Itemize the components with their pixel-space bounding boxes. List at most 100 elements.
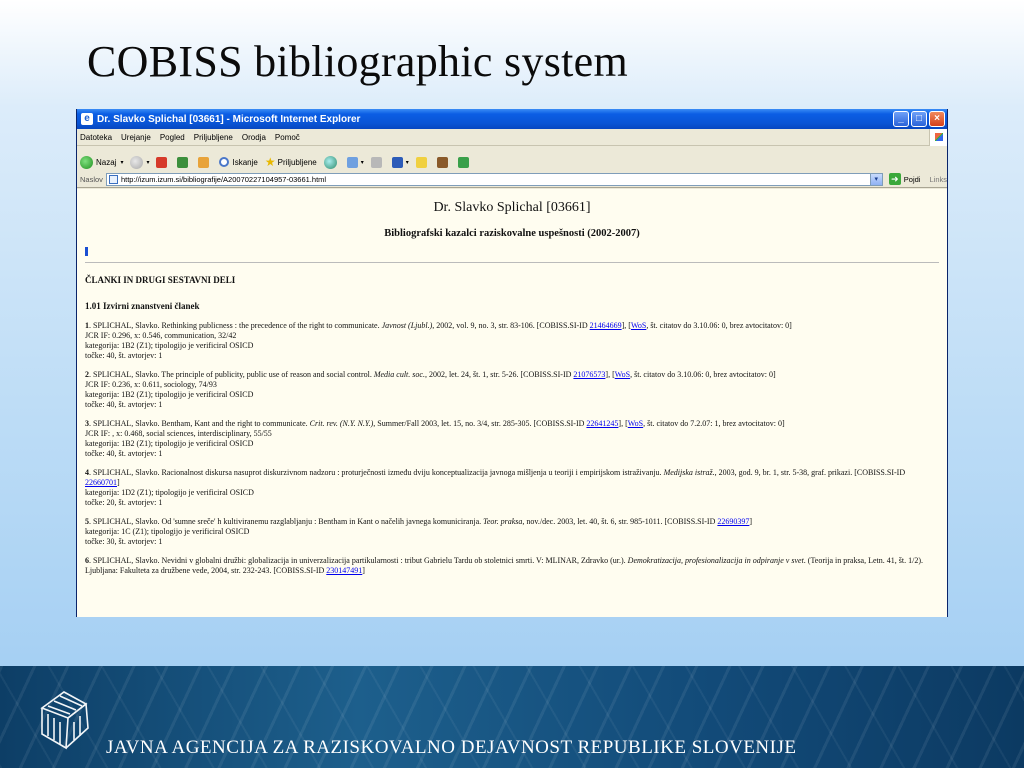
slide-title: COBISS bibliographic system [87,37,628,86]
address-bar: Naslov http://izum.izum.si/bibliografije… [77,171,947,188]
go-button[interactable]: ➜ Pojdi [888,173,920,185]
entry-metric-line: točke: 20, št. avtorjev: 1 [85,498,163,507]
entry-metric-line: kategorija: 1C (Z1); tipologijo je verif… [85,527,250,536]
research-button[interactable] [436,156,451,168]
print-button[interactable] [370,156,385,168]
search-label: Iskanje [232,157,258,167]
entry-journal: Javnost (Ljubl.) [381,321,433,330]
mail-button[interactable]: ▾ [346,156,364,168]
window-title: Dr. Slavko Splichal [03661] - Microsoft … [97,113,361,125]
home-icon [198,156,210,168]
section-heading: ČLANKI IN DRUGI SESTAVNI DELI [85,275,236,285]
entry-details: , nov./dec. 2003, let. 40, št. 6, str. 9… [522,517,718,526]
menu-help[interactable]: Pomoč [275,133,300,142]
entry-metric-line: točke: 40, št. avtorjev: 1 [85,400,163,409]
stop-button[interactable] [156,156,170,168]
wos-link[interactable]: WoS [628,419,643,428]
wos-link[interactable]: WoS [615,370,630,379]
print-icon [370,156,382,168]
url-input[interactable]: http://izum.izum.si/bibliografije/A20070… [105,172,883,186]
menu-favorites[interactable]: Priljubljene [194,133,233,142]
footer-band: JAVNA AGENCIJA ZA RAZISKOVALNO DEJAVNOST… [0,666,1024,768]
minimize-button[interactable]: _ [893,111,909,127]
address-label: Naslov [80,174,103,184]
entry-metric-line: kategorija: 1B2 (Z1); tipologijo je veri… [85,439,254,448]
entry-details: , 2003, god. 9, br. 1, str. 5-38, graf. … [714,468,906,477]
messenger-button[interactable] [457,156,472,168]
entry-text: . SPLICHAL, Slavko. Racionalnost diskurs… [89,468,664,477]
document-title: Dr. Slavko Splichal [03661] [433,200,591,215]
bibliography-entry: 5. SPLICHAL, Slavko. Od 'sumne sreče' h … [85,517,939,547]
chevron-down-icon[interactable]: ▾ [869,173,882,185]
entry-journal: Media cult. soc. [373,370,425,379]
home-button[interactable] [198,156,212,168]
entry-details: , 2002, vol. 9, no. 3, str. 83-106. [COB… [432,321,590,330]
edit-button[interactable]: ▾ [391,156,409,168]
cobiss-id-link[interactable]: 22660701 [85,478,117,487]
close-button[interactable]: × [929,111,945,127]
chevron-down-icon[interactable]: ▾ [406,159,409,166]
links-button[interactable]: Links [929,175,947,184]
url-text: http://izum.izum.si/bibliografije/A20070… [120,174,327,184]
search-icon [219,157,230,167]
citation-count: , št. citatov do 3.10.06: 0, brez avtoci… [646,321,792,330]
forward-arrow-icon [130,155,144,169]
forward-button[interactable]: ▾ [130,155,149,169]
chevron-down-icon[interactable]: ▾ [146,159,149,166]
stop-icon [156,156,168,168]
entry-metric-line: točke: 30, št. avtorjev: 1 [85,537,163,546]
bibliography-entry: 2. SPLICHAL, Slavko. The principle of pu… [85,370,939,410]
entry-text: . SPLICHAL, Slavko. Bentham, Kant and th… [89,419,310,428]
refresh-button[interactable] [177,156,191,168]
cobiss-id-link[interactable]: 22690397 [717,517,749,526]
menu-tools[interactable]: Orodja [242,133,266,142]
entry-metric-line: kategorija: 1D2 (Z1); tipologijo je veri… [85,488,254,497]
entry-details: , 2002, let. 24, št. 1, str. 5-26. [COBI… [424,370,574,379]
cobiss-id-link[interactable]: 22641245 [586,419,618,428]
entry-separator: ], [ [618,419,628,428]
maximize-button[interactable]: □ [911,111,927,127]
menu-view[interactable]: Pogled [160,133,185,142]
page-icon [108,174,118,184]
search-button[interactable]: Iskanje [219,157,258,167]
text-cursor [85,247,88,256]
cobiss-id-link[interactable]: 21076573 [573,370,605,379]
entry-details: , Summer/Fall 2003, let. 15, no. 3/4, st… [373,419,587,428]
back-button[interactable]: Nazaj ▾ [80,155,123,169]
menu-file[interactable]: Datoteka [80,133,112,142]
entry-journal: Medijska istraž. [663,468,715,477]
research-icon [436,156,448,168]
back-label: Nazaj [96,157,117,167]
bibliography-entry: 4. SPLICHAL, Slavko. Racionalnost diskur… [85,468,939,508]
entry-separator: ] [362,566,365,575]
agency-name: JAVNA AGENCIJA ZA RAZISKOVALNO DEJAVNOST… [106,737,797,758]
cobiss-id-link[interactable]: 230147491 [326,566,362,575]
chevron-down-icon[interactable]: ▾ [361,159,364,166]
browser-window: e Dr. Slavko Splichal [03661] - Microsof… [76,109,948,617]
entry-metric-line: točke: 40, št. avtorjev: 1 [85,351,163,360]
chevron-down-icon[interactable]: ▾ [120,159,123,166]
discuss-button[interactable] [415,156,430,168]
messenger-icon [457,156,469,168]
entry-text: . SPLICHAL, Slavko. Nevidni v globalni d… [89,556,628,565]
bibliography-entry: 6. SPLICHAL, Slavko. Nevidni v globalni … [85,556,939,576]
media-button[interactable] [323,155,340,169]
cobiss-id-link[interactable]: 21464669 [590,321,622,330]
entry-separator: ], [ [605,370,615,379]
favorites-label: Priljubljene [277,157,317,167]
favorites-button[interactable]: ★ Priljubljene [265,155,317,169]
menu-edit[interactable]: Urejanje [121,133,151,142]
window-titlebar[interactable]: e Dr. Slavko Splichal [03661] - Microsof… [77,109,947,129]
citation-count: , št. citatov do 3.10.06: 0, brez avtoci… [630,370,776,379]
wos-link[interactable]: WoS [631,321,646,330]
agency-logo-icon [40,691,89,750]
entry-text: . SPLICHAL, Slavko. Od 'sumne sreče' h k… [89,517,484,526]
entry-separator: ] [749,517,753,526]
entry-metric-line: kategorija: 1B2 (Z1); tipologijo je veri… [85,390,254,399]
note-icon [415,156,427,168]
bibliography-list: 1. SPLICHAL, Slavko. Rethinking publicne… [85,321,939,576]
entry-metric-line: JCR IF: , x: 0.468, social sciences, int… [85,429,272,438]
citation-count: , št. citatov do 7.2.07: 1, brez avtocit… [643,419,785,428]
entry-journal: Teor. praksa [483,517,523,526]
word-icon [391,156,403,168]
